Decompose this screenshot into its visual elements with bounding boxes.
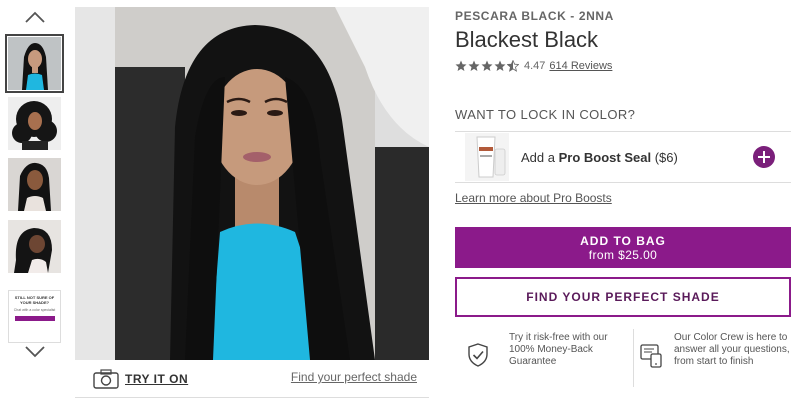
addon-name: Pro Boost Seal bbox=[558, 149, 652, 165]
thumbnail-2[interactable] bbox=[8, 97, 61, 150]
shield-check-icon bbox=[468, 343, 488, 367]
pro-boost-product-image bbox=[465, 133, 509, 181]
product-brand-line: PESCARA BLACK - 2NNA bbox=[455, 9, 614, 23]
thumbnail-4[interactable] bbox=[8, 220, 61, 273]
money-back-guarantee: Try it risk-free with our 100% Money-Bac… bbox=[455, 329, 623, 387]
thumbnail-1[interactable] bbox=[5, 34, 64, 93]
rating-value: 4.47 bbox=[524, 60, 546, 72]
star-rating bbox=[455, 60, 520, 72]
chevron-down-icon[interactable] bbox=[22, 343, 48, 361]
main-product-image[interactable] bbox=[75, 7, 429, 360]
price-label: from $25.00 bbox=[588, 248, 658, 262]
add-pro-boost-plus-icon[interactable] bbox=[753, 146, 775, 168]
add-to-bag-button[interactable]: ADD TO BAG from $25.00 bbox=[455, 227, 791, 268]
try-it-on-button[interactable]: TRY IT ON bbox=[93, 369, 188, 389]
camera-icon bbox=[93, 369, 119, 389]
try-it-on-label: TRY IT ON bbox=[125, 372, 189, 386]
chevron-up-icon[interactable] bbox=[22, 8, 48, 26]
addon-prefix: Add a bbox=[521, 149, 555, 165]
thumbnail-5[interactable]: STILL NOT SURE OF YOUR SHADE? Chat with … bbox=[8, 290, 61, 343]
money-back-text: Try it risk-free with our 100% Money-Bac… bbox=[509, 332, 608, 367]
add-to-bag-label: ADD TO BAG bbox=[580, 234, 666, 248]
product-title: Blackest Black bbox=[455, 27, 599, 52]
find-your-perfect-shade-button[interactable]: FIND YOUR PERFECT SHADE bbox=[455, 277, 791, 317]
color-crew-text: Our Color Crew is here to answer all you… bbox=[674, 332, 790, 367]
addon-text: Add a Pro Boost Seal ($6) bbox=[521, 150, 678, 165]
reviews-link[interactable]: 614 Reviews bbox=[549, 60, 612, 72]
pro-boost-addon[interactable]: Add a Pro Boost Seal ($6) bbox=[455, 131, 791, 183]
color-crew-support: Our Color Crew is here to answer all you… bbox=[633, 329, 800, 387]
image-actions-bar: TRY IT ON Find your perfect shade bbox=[75, 360, 429, 398]
star-full-icon bbox=[468, 60, 480, 71]
rating-row: 4.47 614 Reviews bbox=[455, 60, 612, 72]
star-full-icon bbox=[455, 60, 467, 71]
star-full-icon bbox=[494, 60, 506, 71]
thumbnail-3[interactable] bbox=[8, 158, 61, 211]
star-full-icon bbox=[481, 60, 493, 71]
lock-in-color-heading: WANT TO LOCK IN COLOR? bbox=[455, 107, 636, 122]
find-your-perfect-shade-link[interactable]: Find your perfect shade bbox=[291, 370, 417, 384]
thumbnail-rail: STILL NOT SURE OF YOUR SHADE? Chat with … bbox=[0, 0, 72, 410]
star-half-icon bbox=[507, 60, 519, 72]
addon-price: ($6) bbox=[654, 149, 678, 165]
learn-more-pro-boosts-link[interactable]: Learn more about Pro Boosts bbox=[455, 191, 612, 205]
chat-phone-icon bbox=[640, 344, 662, 368]
